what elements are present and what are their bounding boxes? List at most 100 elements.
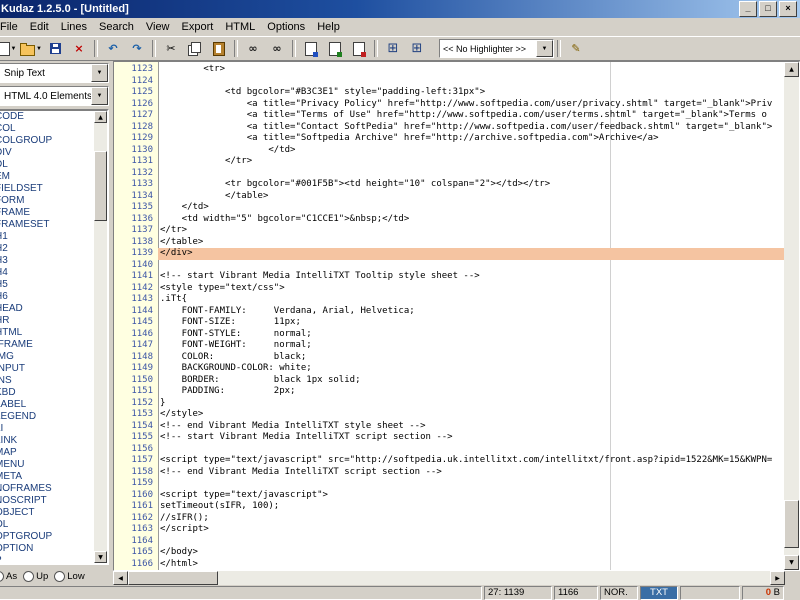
code-line-1126[interactable]: 1126 <a title="Privacy Policy" href="htt… [114, 99, 784, 111]
code-line-1147[interactable]: 1147 FONT-WEIGHT: normal; [114, 340, 784, 352]
element-item-p[interactable]: P [0, 555, 107, 563]
code-line-1143[interactable]: 1143 .iTt{ [114, 294, 784, 306]
insert-form-button[interactable]: ⊞ [405, 39, 429, 59]
element-item-h2[interactable]: H2 [0, 243, 107, 255]
code-line-1134[interactable]: 1134 </table> [114, 191, 784, 203]
code-line-1157[interactable]: 1157 <script type="text/javascript" src="… [114, 455, 784, 467]
code-line-1149[interactable]: 1149 BACKGROUND-COLOR: white; [114, 363, 784, 375]
element-item-label[interactable]: LABEL [0, 399, 107, 411]
code-line-1145[interactable]: 1145 FONT-SIZE: 11px; [114, 317, 784, 329]
element-item-frameset[interactable]: FRAMESET [0, 219, 107, 231]
copy-button[interactable] [183, 39, 207, 59]
save-file-button[interactable] [43, 39, 67, 59]
close-window-button[interactable]: × [779, 1, 797, 17]
code-line-1153[interactable]: 1153 </style> [114, 409, 784, 421]
code-line-1142[interactable]: 1142 <style type="text/css"> [114, 283, 784, 295]
menu-item-search[interactable]: Search [93, 20, 140, 34]
redo-button[interactable]: ↷ [125, 39, 149, 59]
code-line-1152[interactable]: 1152} [114, 398, 784, 410]
code-line-1144[interactable]: 1144 FONT-FAMILY: Verdana, Arial, Helvet… [114, 306, 784, 318]
menu-item-html[interactable]: HTML [219, 20, 261, 34]
element-item-code[interactable]: CODE [0, 111, 107, 123]
code-line-1162[interactable]: 1162 //sIFR(); [114, 513, 784, 525]
element-item-h4[interactable]: H4 [0, 267, 107, 279]
scroll-up-icon[interactable]: ▲ [784, 62, 799, 77]
undo-button[interactable]: ↶ [101, 39, 125, 59]
element-item-div[interactable]: DIV [0, 147, 107, 159]
radio-checked-icon[interactable] [0, 570, 4, 582]
code-line-1135[interactable]: 1135 </td> [114, 202, 784, 214]
element-item-ins[interactable]: INS [0, 375, 107, 387]
code-line-1128[interactable]: 1128 <a title="Contact SoftPedia" href="… [114, 122, 784, 134]
element-item-hr[interactable]: HR [0, 315, 107, 327]
print-button[interactable] [347, 39, 371, 59]
cut-button[interactable]: ✂ [159, 39, 183, 59]
element-item-noframes[interactable]: NOFRAMES [0, 483, 107, 495]
page-preview-button[interactable] [299, 39, 323, 59]
element-item-frame[interactable]: FRAME [0, 207, 107, 219]
code-line-1166[interactable]: 1166 </html> [114, 559, 784, 571]
case-option-up[interactable]: Up [23, 570, 48, 582]
menu-item-lines[interactable]: Lines [55, 20, 93, 34]
scroll-left-icon[interactable]: ◀ [113, 571, 128, 585]
code-line-1133[interactable]: 1133 <tr bgcolor="#001F5B"><td height="1… [114, 179, 784, 191]
code-line-1129[interactable]: 1129 <a title="Softpedia Archive" href="… [114, 133, 784, 145]
element-item-head[interactable]: HEAD [0, 303, 107, 315]
code-editor[interactable]: 1123 <tr> 1124 1125 <td bgcolor="#B3C3E1" … [113, 61, 800, 571]
code-line-1131[interactable]: 1131 </tr> [114, 156, 784, 168]
elements-listbox[interactable]: CODECOLCOLGROUPDIVDLEMFIELDSETFORMFRAMEF… [0, 109, 109, 565]
element-item-col[interactable]: COL [0, 123, 107, 135]
editor-lines-area[interactable]: 1123 <tr> 1124 1125 <td bgcolor="#B3C3E1" … [114, 62, 784, 570]
menu-item-file[interactable]: File [0, 20, 24, 34]
combo-arrow-icon[interactable]: ▼ [91, 87, 108, 105]
element-item-em[interactable]: EM [0, 171, 107, 183]
element-item-html[interactable]: HTML [0, 327, 107, 339]
element-item-dl[interactable]: DL [0, 159, 107, 171]
open-file-button[interactable]: ▼ [19, 39, 43, 59]
case-option-low[interactable]: Low [54, 570, 85, 582]
snip-text-combobox[interactable]: Snip Text ▼ [0, 63, 109, 83]
element-item-optgroup[interactable]: OPTGROUP [0, 531, 107, 543]
code-line-1154[interactable]: 1154 <!-- end Vibrant Media IntelliTXT st… [114, 421, 784, 433]
element-item-legend[interactable]: LEGEND [0, 411, 107, 423]
menu-item-export[interactable]: Export [176, 20, 220, 34]
code-line-1125[interactable]: 1125 <td bgcolor="#B3C3E1" style="paddin… [114, 87, 784, 99]
element-item-h1[interactable]: H1 [0, 231, 107, 243]
code-line-1156[interactable]: 1156 [114, 444, 784, 456]
element-item-object[interactable]: OBJECT [0, 507, 107, 519]
code-line-1148[interactable]: 1148 COLOR: black; [114, 352, 784, 364]
scroll-right-icon[interactable]: ▶ [770, 571, 785, 585]
element-item-h3[interactable]: H3 [0, 255, 107, 267]
menu-item-edit[interactable]: Edit [24, 20, 55, 34]
code-line-1150[interactable]: 1150 BORDER: black 1px solid; [114, 375, 784, 387]
find-replace-button[interactable]: ∞ [265, 39, 289, 59]
code-line-1165[interactable]: 1165 </body> [114, 547, 784, 559]
code-line-1137[interactable]: 1137 </tr> [114, 225, 784, 237]
close-file-button[interactable]: × [67, 39, 91, 59]
highlighter-combobox[interactable]: << No Highlighter >> ▼ [439, 39, 554, 58]
code-line-1132[interactable]: 1132 [114, 168, 784, 180]
element-item-img[interactable]: IMG [0, 351, 107, 363]
code-line-1155[interactable]: 1155 <!-- start Vibrant Media IntelliTXT … [114, 432, 784, 444]
minimize-button[interactable]: _ [739, 1, 757, 17]
code-line-1127[interactable]: 1127 <a title="Terms of Use" href="http:… [114, 110, 784, 122]
element-item-li[interactable]: LI [0, 423, 107, 435]
radio-icon[interactable] [54, 570, 66, 582]
element-item-ol[interactable]: OL [0, 519, 107, 531]
element-item-menu[interactable]: MENU [0, 459, 107, 471]
code-line-1160[interactable]: 1160 <script type="text/javascript"> [114, 490, 784, 502]
scroll-down-icon[interactable]: ▼ [94, 551, 107, 563]
code-line-1140[interactable]: 1140 [114, 260, 784, 272]
code-line-1159[interactable]: 1159 [114, 478, 784, 490]
code-line-1130[interactable]: 1130 </td> [114, 145, 784, 157]
editor-horizontal-scrollbar[interactable]: ◀ ▶ [113, 571, 785, 585]
paste-button[interactable] [207, 39, 231, 59]
scrollbar-thumb[interactable] [784, 500, 799, 548]
code-line-1139[interactable]: 1139 </div> [114, 248, 784, 260]
element-group-combobox[interactable]: HTML 4.0 Elements ▼ [0, 86, 109, 106]
element-item-iframe[interactable]: IFRAME [0, 339, 107, 351]
insert-table-button[interactable]: ⊞ [381, 39, 405, 59]
menu-item-options[interactable]: Options [261, 20, 311, 34]
scroll-up-icon[interactable]: ▲ [94, 111, 107, 123]
element-item-noscript[interactable]: NOSCRIPT [0, 495, 107, 507]
